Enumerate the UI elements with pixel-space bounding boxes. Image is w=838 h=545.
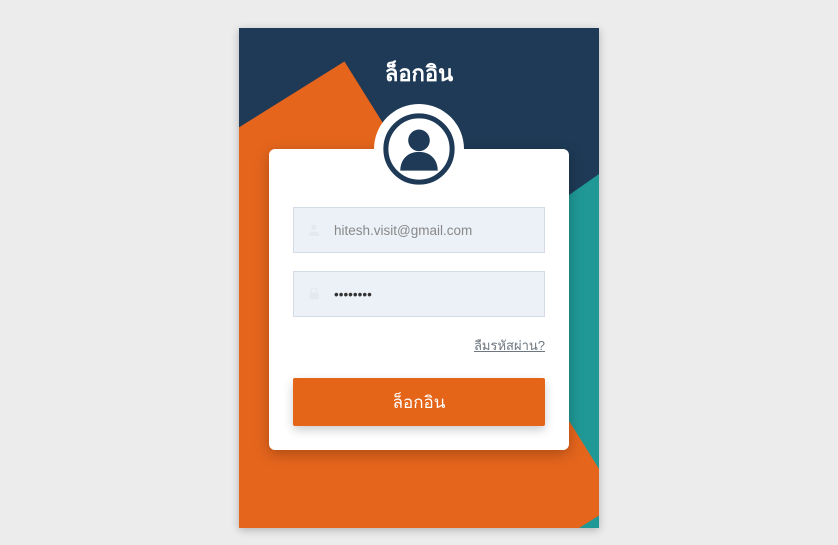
login-card: ลืมรหัสผ่าน? ล็อกอิน — [269, 149, 569, 450]
login-button[interactable]: ล็อกอิน — [293, 378, 545, 426]
login-panel: ล็อกอิน — [239, 28, 599, 528]
lock-icon — [294, 286, 334, 302]
user-circle-icon — [383, 113, 455, 185]
password-field-wrapper — [293, 271, 545, 317]
avatar — [374, 104, 464, 194]
user-icon — [294, 222, 334, 238]
forgot-password-link[interactable]: ลืมรหัสผ่าน? — [474, 338, 545, 353]
email-field-wrapper — [293, 207, 545, 253]
forgot-password-row: ลืมรหัสผ่าน? — [293, 335, 545, 356]
password-input[interactable] — [334, 272, 544, 316]
email-input[interactable] — [334, 208, 544, 252]
